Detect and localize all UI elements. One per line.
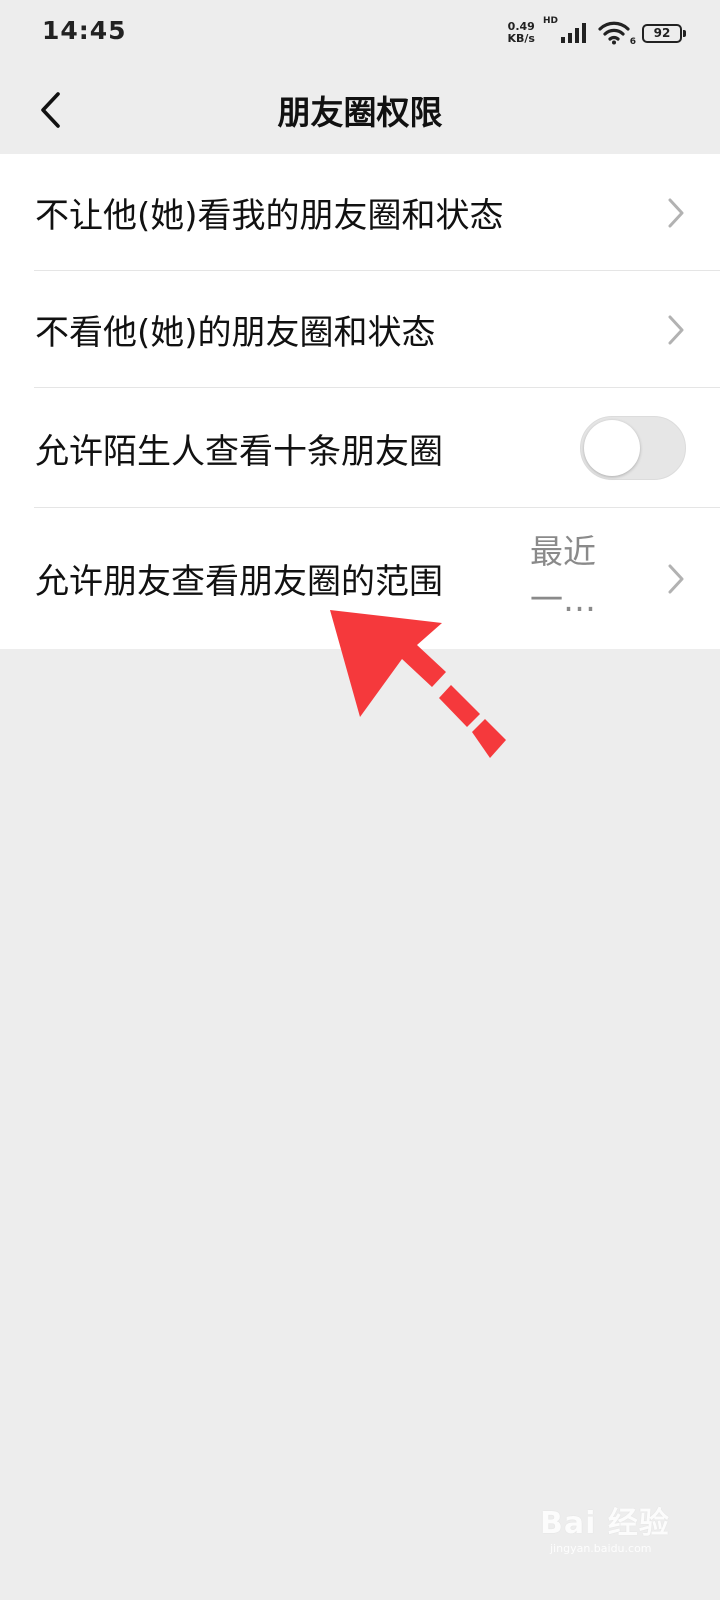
- status-icons: 0.49 KB/s HD 6 92: [508, 16, 686, 50]
- setting-label: 允许朋友查看朋友圈的范围: [35, 562, 443, 602]
- annotation-arrow-icon: [330, 610, 506, 758]
- watermark-url: jingyan.baidu.com: [550, 1542, 652, 1555]
- wifi-icon: 6: [598, 21, 636, 47]
- chevron-right-icon: [668, 315, 684, 344]
- setting-hide-my-moments[interactable]: 不让他(她)看我的朋友圈和状态: [0, 154, 720, 271]
- baidu-jingyan-watermark: Bai 经验 jingyan.baidu.com: [540, 1492, 700, 1562]
- strangers-view-toggle[interactable]: [580, 416, 686, 480]
- setting-strangers-view-ten: 允许陌生人查看十条朋友圈: [0, 388, 720, 508]
- battery-level: 92: [653, 26, 671, 40]
- status-bar: 14:45 0.49 KB/s HD 6 92: [0, 0, 720, 66]
- setting-label: 不让他(她)看我的朋友圈和状态: [35, 196, 504, 236]
- setting-value: 最近一…: [530, 532, 596, 619]
- battery-icon: 92: [642, 23, 686, 43]
- setting-label: 不看他(她)的朋友圈和状态: [35, 313, 436, 353]
- chevron-right-icon: [668, 198, 684, 227]
- toggle-knob: [584, 420, 640, 476]
- network-speed-unit: KB/s: [507, 32, 535, 45]
- signal-icon: [561, 23, 586, 43]
- hd-label: HD: [542, 16, 558, 26]
- settings-list: 不让他(她)看我的朋友圈和状态 不看他(她)的朋友圈和状态 允许陌生人查看十条朋…: [0, 154, 720, 649]
- setting-hide-their-moments[interactable]: 不看他(她)的朋友圈和状态: [0, 271, 720, 388]
- nav-bar: 朋友圈权限: [0, 66, 720, 154]
- chevron-right-icon: [668, 564, 684, 593]
- network-speed: 0.49 KB/s: [508, 21, 535, 45]
- wifi-sub-label: 6: [629, 37, 636, 47]
- page-title: 朋友圈权限: [277, 93, 443, 132]
- status-time: 14:45: [42, 16, 127, 45]
- watermark-text: Bai 经验: [540, 1506, 670, 1541]
- setting-label: 允许陌生人查看十条朋友圈: [35, 431, 443, 472]
